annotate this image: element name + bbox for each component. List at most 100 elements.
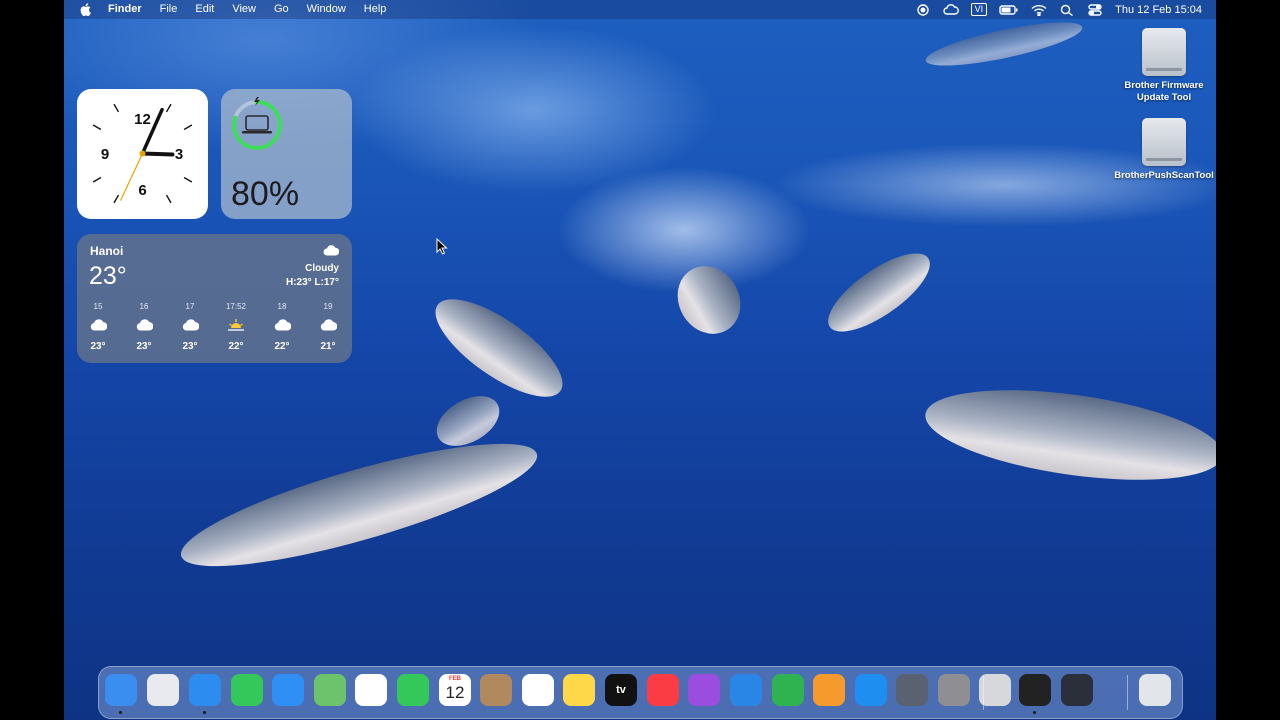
wifi-icon[interactable] [1031,4,1047,16]
forecast-hour: 19 21° [308,302,348,352]
dock-app-store-icon[interactable] [855,674,887,706]
dock-quicktime-player-icon[interactable] [1061,674,1093,706]
dock-image-capture-icon[interactable] [896,674,928,706]
forecast-hour: 17:52 22° [216,302,256,352]
dock-podcasts-icon[interactable] [688,674,720,706]
battery-percentage: 80% [231,175,300,213]
clock-tick [113,103,120,113]
forecast-time: 17 [185,302,195,311]
forecast-temperature: 22° [274,341,290,352]
desktop-item-label: Brother Firmware Update Tool [1124,80,1204,103]
forecast-time: 19 [323,302,333,311]
laptop-icon [242,115,272,134]
cloud-icon [90,319,108,331]
wallpaper-dolphin [665,254,753,346]
wallpaper-dolphin [919,374,1216,496]
dock-calendar-icon[interactable]: FEB 12 [439,674,471,706]
menubar-clock[interactable]: Thu 12 Feb 15:04 [1115,4,1202,16]
clock-number-9: 9 [101,146,109,163]
forecast-temperature: 22° [228,341,244,352]
dock-photos-icon[interactable] [355,674,387,706]
menu-window[interactable]: Window [298,0,355,19]
apple-menu-icon[interactable] [80,3,91,16]
wallpaper-dolphin [171,420,547,590]
menu-edit[interactable]: Edit [186,0,223,19]
menu-bar: Finder File Edit View Go Window Help VI … [64,0,1216,19]
sunset-icon [228,319,244,331]
forecast-hour: 16 23° [124,302,164,352]
wallpaper-dolphin [421,282,577,414]
dock-messages-icon[interactable] [231,674,263,706]
battery-status-icon[interactable] [999,4,1019,16]
menu-file[interactable]: File [151,0,187,19]
dock-music-icon[interactable] [647,674,679,706]
forecast-temperature: 23° [90,341,106,352]
menu-app-name[interactable]: Finder [99,0,151,19]
cloud-icon [274,319,292,331]
dock-contacts-icon[interactable] [480,674,512,706]
dock-launchpad-icon[interactable] [147,674,179,706]
dock-pages-icon[interactable] [813,674,845,706]
dock-finder-icon[interactable] [105,674,137,706]
mouse-cursor-icon [436,238,448,255]
menu-view[interactable]: View [223,0,265,19]
dock-system-settings-icon[interactable] [938,674,970,706]
clock-tick [183,176,193,183]
clock-tick [165,194,172,204]
dock-compass-icon[interactable] [1019,674,1051,706]
clock-number-6: 6 [138,182,146,199]
disk-image-icon [1142,118,1186,166]
forecast-time: 16 [139,302,149,311]
menu-help[interactable]: Help [355,0,396,19]
dock-numbers-icon[interactable] [772,674,804,706]
forecast-time: 15 [93,302,103,311]
clock-tick [183,124,193,131]
screen-record-icon[interactable] [915,3,931,16]
clock-number-3: 3 [175,146,183,163]
calendar-month: FEB [449,676,461,682]
dock-separator [983,675,984,710]
desktop-item-brother-pushscan[interactable]: BrotherPushScanTool [1114,118,1214,182]
dock-mail-icon[interactable] [272,674,304,706]
disk-image-icon [1142,28,1186,76]
dock-maps-icon[interactable] [314,674,346,706]
clock-tick [165,103,172,113]
desktop-item-label: BrotherPushScanTool [1114,170,1214,181]
dock-keynote-icon[interactable] [730,674,762,706]
forecast-hour: 15 23° [78,302,118,352]
spotlight-search-icon[interactable] [1059,4,1075,16]
creative-cloud-icon[interactable] [943,3,959,16]
running-indicator [1033,711,1036,714]
dock-safari-icon[interactable] [189,674,221,706]
cloud-icon [136,319,154,331]
clock-widget[interactable]: 12 3 6 9 [77,89,208,219]
battery-widget[interactable]: 80% [221,89,352,219]
dock-facetime-icon[interactable] [397,674,429,706]
wallpaper-dolphin [922,13,1086,75]
dock-reminders-icon[interactable] [522,674,554,706]
weather-temperature: 23° [89,262,127,290]
desktop-item-brother-firmware[interactable]: Brother Firmware Update Tool [1114,28,1214,104]
running-indicator [119,711,122,714]
control-center-icon[interactable] [1087,3,1103,16]
clock-tick [92,124,102,131]
forecast-time: 18 [277,302,287,311]
desktop[interactable]: Finder File Edit View Go Window Help VI … [64,0,1216,720]
forecast-hour: 17 23° [170,302,210,352]
dock-notes-icon[interactable] [563,674,595,706]
dock: FEB 12 tv [98,666,1183,719]
dock-trash-icon[interactable] [1139,674,1171,706]
cloud-icon [182,319,200,331]
weather-widget[interactable]: Hanoi 23° Cloudy H:23° L:17° 15 23° 16 23° 1… [77,234,352,363]
calendar-day: 12 [445,683,465,702]
forecast-hour: 18 22° [262,302,302,352]
input-source-indicator[interactable]: VI [970,3,988,16]
forecast-time: 17:52 [225,302,247,311]
weather-city: Hanoi [90,244,124,258]
menu-go[interactable]: Go [265,0,298,19]
wallpaper-dolphin [816,239,942,346]
cloud-icon [323,245,339,256]
dock-tv-icon[interactable]: tv [605,674,637,706]
forecast-temperature: 23° [182,341,198,352]
forecast-temperature: 23° [136,341,152,352]
